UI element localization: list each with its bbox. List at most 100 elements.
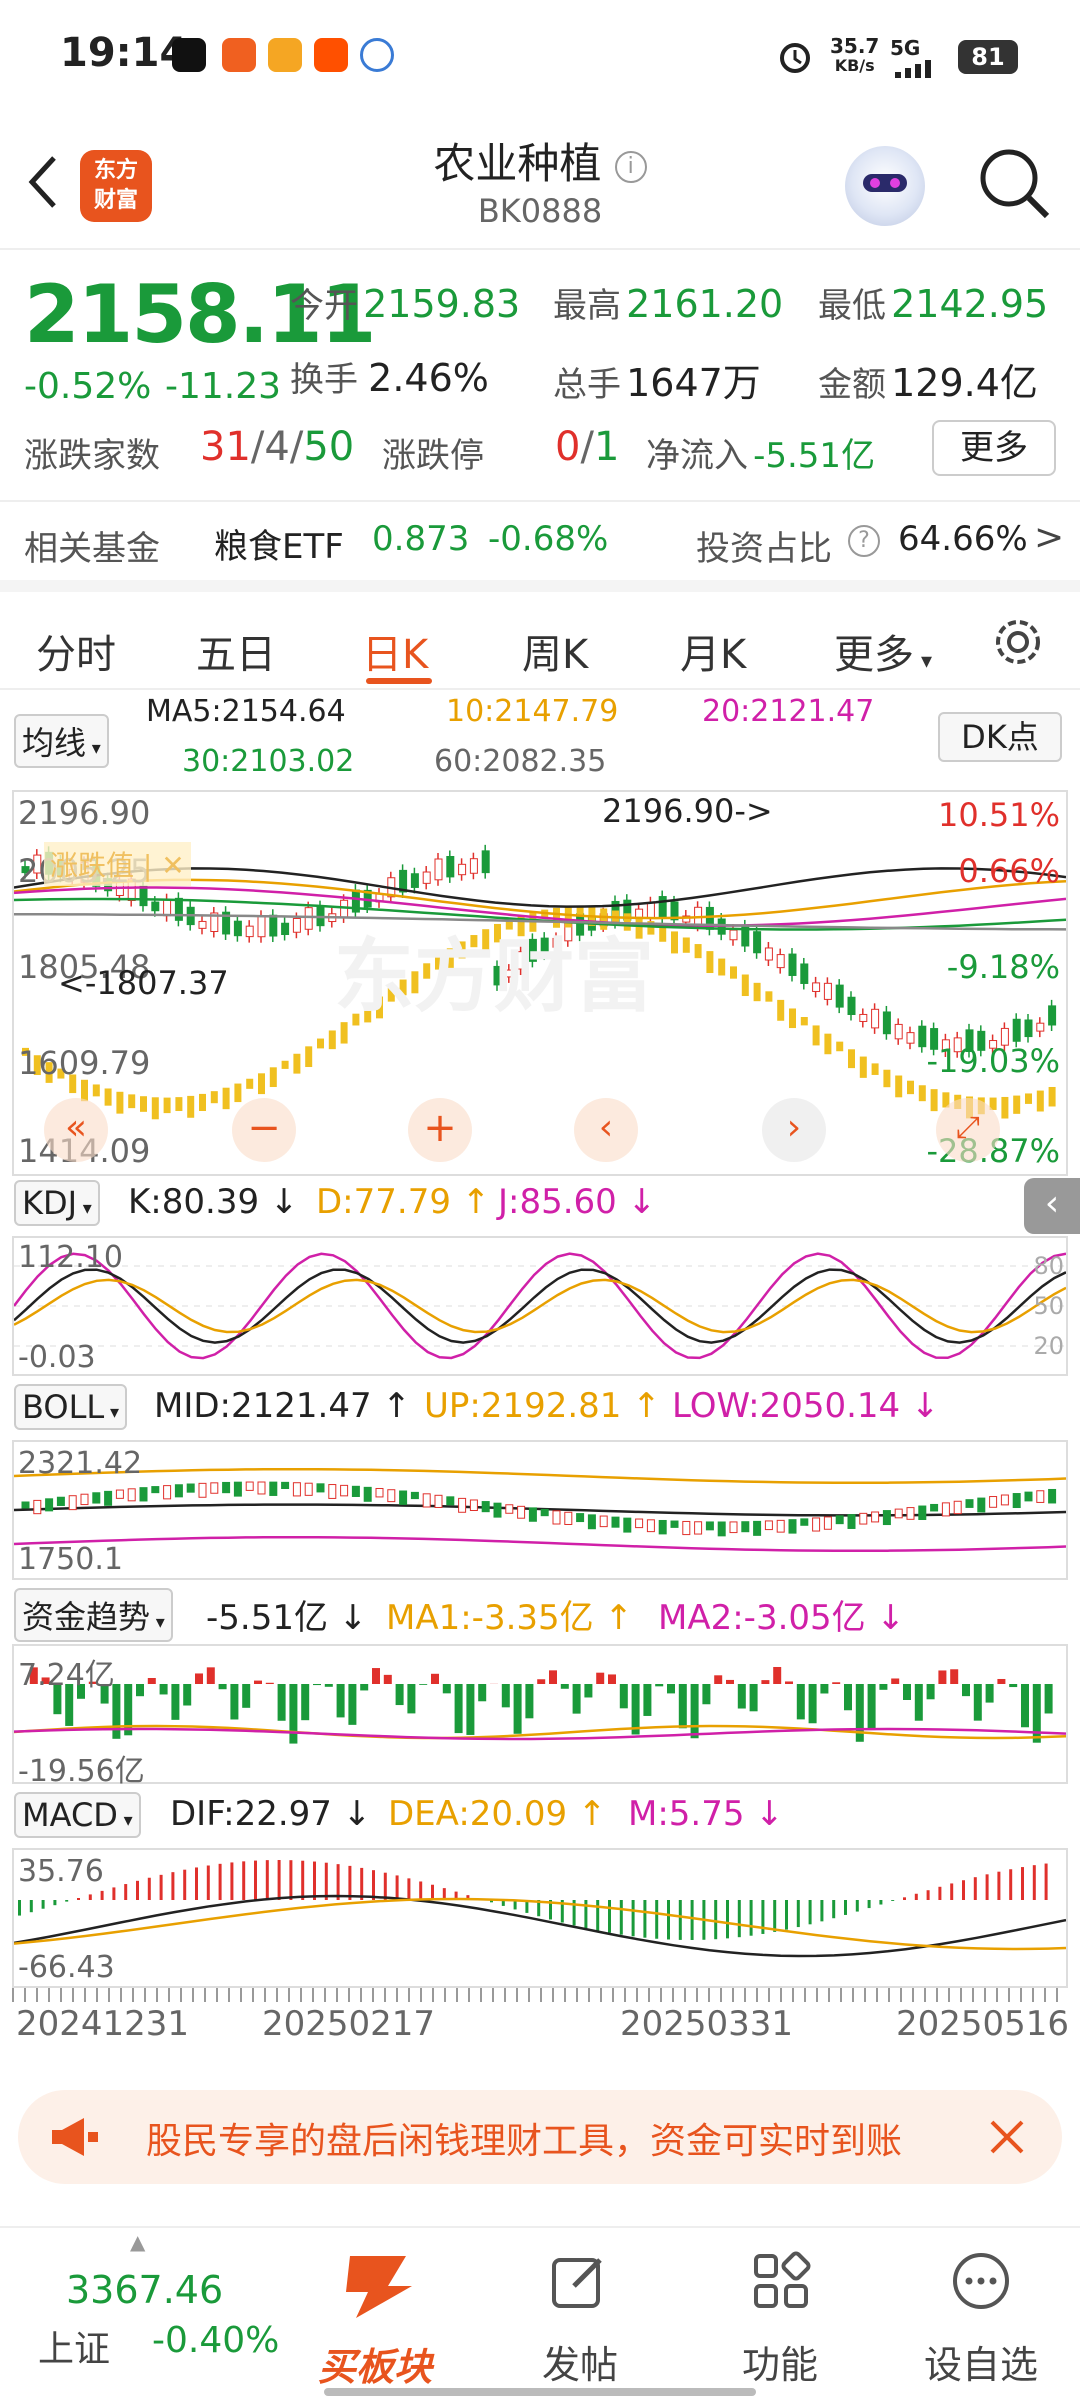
fundflow-selector[interactable]: 资金趋势 ▾ bbox=[14, 1588, 173, 1642]
boll-candle bbox=[127, 1488, 136, 1502]
compare-candle bbox=[871, 1063, 879, 1075]
boll-candle bbox=[859, 1512, 868, 1525]
kdj-chart[interactable]: 112.10 -0.03 80 50 20 bbox=[12, 1236, 1068, 1376]
related-fund-row[interactable]: 相关基金 粮食ETF 0.873 -0.68% 投资占比 ? 64.66% > bbox=[0, 505, 1080, 575]
tab-monthly-k[interactable]: 月K bbox=[680, 622, 746, 680]
settings-gear-icon[interactable] bbox=[988, 612, 1048, 672]
tab-5day[interactable]: 五日 bbox=[196, 622, 276, 680]
kdj-d: D:77.79 ↑ bbox=[316, 1182, 491, 1222]
scroll-left-button[interactable]: « bbox=[44, 1098, 108, 1162]
index-ticker[interactable]: ▲ 3367.46 上证 -0.40% bbox=[0, 2228, 290, 2400]
watermark: 东方财富 bbox=[334, 930, 654, 1023]
ratio-label: 投资占比 bbox=[696, 529, 832, 569]
macd-bar bbox=[171, 1872, 175, 1900]
search-icon[interactable] bbox=[975, 144, 1055, 224]
flow-bar bbox=[442, 1684, 451, 1694]
compare-candle bbox=[741, 974, 749, 997]
change-pct: -0.52% bbox=[24, 366, 152, 407]
boll-candle bbox=[552, 1510, 561, 1525]
book-app-icon bbox=[268, 38, 302, 72]
macd-bar bbox=[726, 1900, 729, 1939]
add-watchlist-button[interactable]: 设自选 bbox=[920, 2242, 1040, 2392]
fullscreen-button[interactable]: ⤢ bbox=[936, 1098, 1000, 1162]
boll-selector[interactable]: BOLL ▾ bbox=[14, 1384, 127, 1430]
boll-candle bbox=[741, 1521, 750, 1533]
compare-candle bbox=[682, 937, 690, 953]
macd-chart[interactable]: 35.76 -66.43 bbox=[12, 1848, 1068, 1988]
flow-bar bbox=[230, 1684, 239, 1720]
flow-bar bbox=[525, 1684, 534, 1719]
down-count: 50 bbox=[303, 424, 355, 470]
flow-bar bbox=[667, 1684, 675, 1694]
zoom-out-button[interactable]: − bbox=[232, 1098, 296, 1162]
boll-candle bbox=[705, 1521, 714, 1531]
macd-bar bbox=[301, 1860, 305, 1900]
macd-bar bbox=[749, 1900, 753, 1936]
more-button[interactable]: 更多 bbox=[932, 420, 1056, 476]
tab-daily-k[interactable]: 日K bbox=[362, 622, 428, 680]
macd-bar bbox=[360, 1867, 364, 1900]
boll-candle bbox=[410, 1491, 419, 1500]
macd-dif: DIF:22.97 ↓ bbox=[170, 1794, 372, 1834]
kdj-selector[interactable]: KDJ ▾ bbox=[14, 1180, 100, 1226]
dk-point-button[interactable]: DK点 bbox=[938, 712, 1062, 762]
boll-candle bbox=[918, 1505, 927, 1521]
compare-candle bbox=[1025, 1093, 1032, 1104]
limit-up-count: 0 bbox=[555, 424, 581, 470]
post-button[interactable]: 发帖 bbox=[528, 2242, 628, 2392]
fundflow-chart[interactable]: 7.24亿 -19.56亿 bbox=[12, 1644, 1068, 1789]
flow-bar bbox=[655, 1684, 664, 1687]
flow-bar bbox=[466, 1684, 475, 1735]
period-tabs: 分时 五日 日K 周K 月K 更多 ▾ bbox=[0, 580, 1080, 690]
tab-intraday[interactable]: 分时 bbox=[36, 622, 116, 680]
flow-bar bbox=[844, 1684, 852, 1711]
macd-bar bbox=[808, 1900, 812, 1925]
robot-assistant-icon[interactable] bbox=[845, 146, 925, 226]
boll-chart[interactable]: 2321.42 1750.1 bbox=[12, 1440, 1068, 1580]
macd-selector[interactable]: MACD ▾ bbox=[14, 1792, 141, 1838]
buy-block-button[interactable]: 买板块 bbox=[314, 2242, 444, 2392]
macd-bar bbox=[655, 1900, 659, 1939]
change-tag[interactable]: 涨跌值 | ✕ bbox=[44, 842, 191, 886]
macd-bar bbox=[820, 1900, 824, 1922]
boll-candle bbox=[1012, 1493, 1021, 1509]
clock: 19:14 bbox=[60, 30, 188, 76]
flat-count: 4 bbox=[264, 424, 290, 470]
compare-candle bbox=[140, 1096, 147, 1112]
macd-y-top: 35.76 bbox=[18, 1854, 104, 1889]
prev-button[interactable]: ‹ bbox=[574, 1098, 638, 1162]
candle bbox=[764, 947, 773, 961]
tab-weekly-k[interactable]: 周K bbox=[522, 622, 588, 680]
macd-bar bbox=[1009, 1869, 1013, 1900]
macd-bar bbox=[985, 1874, 989, 1900]
ma-selector[interactable]: 均线 ▾ bbox=[14, 714, 109, 768]
flow-bar bbox=[501, 1684, 510, 1708]
promo-banner[interactable]: 股民专享的盘后闲钱理财工具，资金可实时到账 bbox=[18, 2090, 1062, 2184]
open-value: 2159.83 bbox=[363, 282, 521, 326]
zoom-in-button[interactable]: + bbox=[408, 1098, 472, 1162]
flow-bar bbox=[218, 1684, 227, 1690]
flow-bar bbox=[360, 1684, 369, 1691]
close-icon[interactable] bbox=[986, 2116, 1028, 2158]
boll-candle bbox=[304, 1482, 313, 1496]
candle bbox=[753, 931, 762, 954]
flow-bar bbox=[277, 1684, 286, 1721]
date-label-3: 20250331 bbox=[620, 2004, 794, 2044]
macd-y-bottom: -66.43 bbox=[18, 1950, 115, 1985]
compare-candle bbox=[128, 1094, 136, 1109]
collapse-left-button[interactable]: ‹ bbox=[1024, 1178, 1080, 1234]
amount-value: 129.4亿 bbox=[891, 361, 1038, 405]
compare-candle bbox=[1048, 1086, 1056, 1107]
next-button[interactable]: › bbox=[762, 1098, 826, 1162]
flow-bar bbox=[1009, 1684, 1018, 1688]
compare-candle bbox=[812, 1025, 820, 1046]
boll-candle bbox=[45, 1498, 54, 1512]
function-button[interactable]: 功能 bbox=[730, 2242, 830, 2392]
kline-chart[interactable]: 东方财富 2196.90 2005.25 1805.48 1609.79 141… bbox=[12, 790, 1068, 1176]
macd-bar bbox=[136, 1880, 139, 1900]
boll-candle bbox=[729, 1521, 738, 1534]
tab-more[interactable]: 更多 ▾ bbox=[834, 622, 932, 680]
boll-candle bbox=[517, 1505, 526, 1519]
boll-candle bbox=[682, 1520, 691, 1536]
flow-bar bbox=[1021, 1684, 1029, 1728]
